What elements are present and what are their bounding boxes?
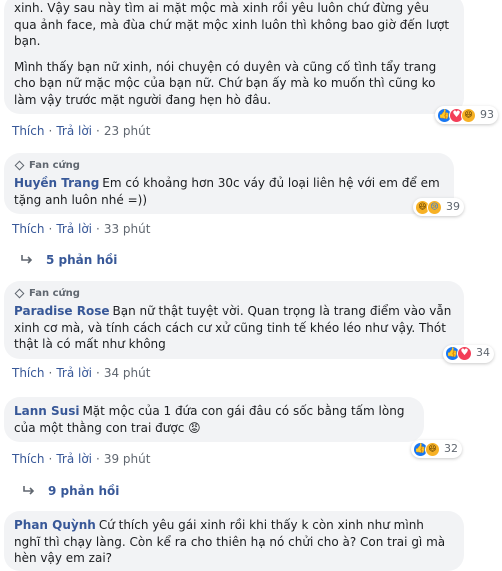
reply-link[interactable]: Trả lời (56, 366, 92, 380)
reaction-count: 34 (476, 346, 490, 360)
comment-bubble: Fan cứng Paradise Rose Bạn nữ thật tuyệt … (4, 281, 494, 363)
love-reaction-icon: ♥ (457, 346, 472, 361)
comment-text: Paradise Rose Bạn nữ thật tuyệt vời. Quan… (14, 304, 452, 351)
comment-author[interactable]: Huyền Trang (14, 176, 99, 190)
reply-arrow-icon (23, 486, 35, 495)
view-replies-button[interactable]: 9 phản hồi (22, 484, 119, 498)
comment-actions: Thích · Trả lời · 33 phút (12, 222, 151, 236)
sad-reaction-icon: 😢 (427, 199, 442, 215)
diamond-icon (14, 160, 25, 171)
view-replies-button[interactable]: 5 phản hồi (20, 253, 117, 267)
reactions-summary[interactable]: 👍 ♥ 😆 93 (435, 106, 498, 124)
reaction-count: 93 (480, 107, 494, 121)
like-link[interactable]: Thích (12, 452, 44, 466)
comment-time: 39 phút (103, 452, 151, 466)
comment-actions: Thích · Trả lời · 23 phút (12, 124, 151, 138)
comment-text: Phan Quỳnh Cứ thích yêu gái xinh rồi khi … (14, 518, 446, 565)
like-link[interactable]: Thích (12, 124, 44, 138)
comment-author[interactable]: Paradise Rose (14, 304, 110, 318)
reaction-count: 39 (446, 199, 460, 213)
comment-author[interactable]: Lann Susi (14, 404, 79, 418)
reply-link[interactable]: Trả lời (56, 222, 92, 236)
reaction-count: 32 (444, 441, 458, 455)
haha-reaction-icon: 😆 (425, 441, 440, 457)
reactions-summary[interactable]: 👍 😆 32 (411, 440, 462, 458)
comment-author[interactable]: Phan Quỳnh (14, 518, 96, 532)
reply-arrow-icon (21, 255, 33, 264)
reply-link[interactable]: Trả lời (56, 452, 92, 466)
comment-text: Mình thấy bạn nữ xinh, nói chuyện có duy… (14, 59, 437, 107)
comment-bubble: Fan cứng Huyền Trang Em có khoảng hơn 30c… (4, 153, 464, 216)
like-link[interactable]: Thích (12, 366, 44, 380)
comment-bubble: xinh. Vậy sau này tìm ai mặt mộc mà xinh… (4, 0, 498, 124)
haha-reaction-icon: 😆 (461, 107, 476, 123)
reactions-summary[interactable]: 😆 😢 39 (413, 198, 464, 216)
comment-text: xinh. Vậy sau này tìm ai mặt mộc mà xinh… (14, 1, 450, 48)
diamond-icon (14, 288, 25, 299)
fan-badge: Fan cứng (14, 287, 452, 300)
comment-actions: Thích · Trả lời · 39 phút (12, 452, 151, 466)
comment-time: 33 phút (103, 222, 151, 236)
comment-actions: Thích · Trả lời · 34 phút (12, 366, 151, 380)
fan-badge: Fan cứng (14, 159, 442, 172)
comment-text: Huyền Trang Em có khoảng hơn 30c váy đủ l… (14, 176, 440, 207)
comment-bubble: Lann Susi Mặt mộc của 1 đứa con gái đâu c… (4, 397, 462, 458)
like-link[interactable]: Thích (12, 222, 44, 236)
comment-text: Lann Susi Mặt mộc của 1 đứa con gái đâu c… (14, 404, 405, 435)
comment-time: 34 phút (103, 366, 151, 380)
comment-time: 23 phút (103, 124, 151, 138)
comment-bubble: Phan Quỳnh Cứ thích yêu gái xinh rồi khi … (4, 511, 464, 571)
reply-link[interactable]: Trả lời (56, 124, 92, 138)
reactions-summary[interactable]: 👍 ♥ 34 (443, 344, 494, 363)
